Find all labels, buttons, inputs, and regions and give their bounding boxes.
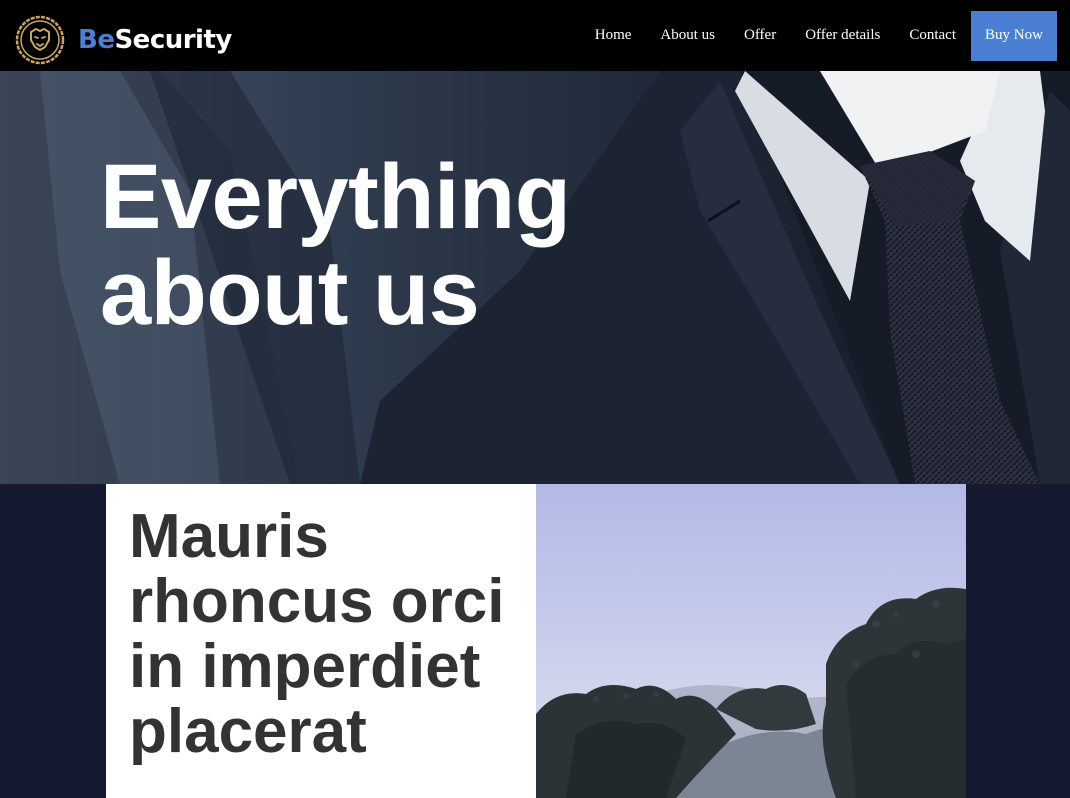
hero-banner: Everything about us — [0, 71, 1070, 484]
nav-item-offer-details[interactable]: Offer details — [805, 27, 880, 44]
buy-now-button[interactable]: Buy Now — [971, 10, 1057, 61]
hero-title-line1: Everything — [100, 146, 571, 248]
nav-item-contact[interactable]: Contact — [909, 27, 956, 44]
landscape-photo — [536, 484, 966, 798]
lion-badge-icon — [15, 15, 65, 65]
main-nav: Home About us Offer Offer details Contac… — [595, 0, 1070, 71]
hillside-shrubs-landscape-photo — [536, 587, 966, 798]
brand-name: BeSecurity — [78, 25, 232, 55]
site-header: BeSecurity Home About us Offer Offer det… — [0, 0, 1070, 71]
nav-item-home[interactable]: Home — [595, 27, 632, 44]
intro-card: Mauris rhoncus orci in imperdiet placera… — [106, 484, 536, 798]
brand-logo[interactable]: BeSecurity — [14, 14, 232, 66]
nav-item-offer[interactable]: Offer — [744, 27, 776, 44]
section-heading: Mauris rhoncus orci in imperdiet placera… — [129, 502, 505, 766]
intro-section: Mauris rhoncus orci in imperdiet placera… — [0, 484, 1070, 798]
hero-title-line2: about us — [100, 242, 480, 344]
nav-item-about-us[interactable]: About us — [660, 27, 715, 44]
hero-title: Everything about us — [100, 149, 660, 341]
